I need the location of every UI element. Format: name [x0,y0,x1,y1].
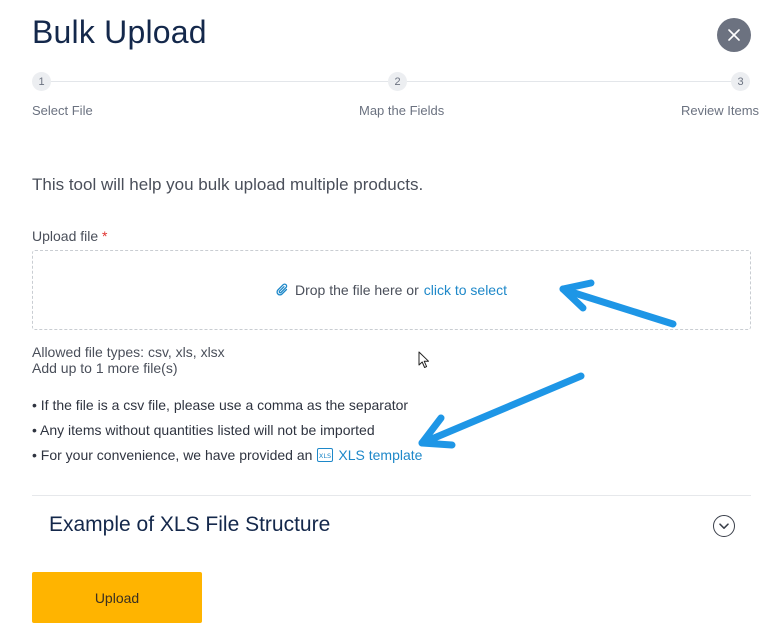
step-1-label: Select File [32,103,93,118]
xls-template-link[interactable]: XLS template [338,447,422,463]
required-mark: * [102,228,108,244]
file-limit: Add up to 1 more file(s) [32,360,178,376]
step-2-label: Map the Fields [359,103,445,118]
rule-quantities: • Any items without quantities listed wi… [32,421,375,438]
example-toggle-button[interactable] [713,515,735,537]
svg-text:XLS: XLS [319,452,331,460]
dropzone-text: Drop the file here or [295,282,419,298]
annotation-arrow-template [418,372,585,449]
upload-label-text: Upload file [32,228,99,244]
close-button[interactable] [717,18,751,52]
page-title: Bulk Upload [32,14,207,50]
list-item: • If the file is a csv file, please use … [32,392,422,417]
close-icon [728,29,740,41]
upload-file-label: Upload file * [32,228,108,244]
step-1-indicator: 1 [32,72,51,91]
chevron-down-icon [719,522,729,529]
click-to-select-link[interactable]: click to select [424,282,507,298]
intro-text: This tool will help you bulk upload mult… [32,175,424,194]
mouse-cursor-icon [418,351,429,368]
allowed-file-types: Allowed file types: csv, xls, xlsx [32,344,225,360]
example-section-title[interactable]: Example of XLS File Structure [49,513,330,537]
step-3-label: Review Items [681,103,760,118]
rule-csv: • If the file is a csv file, please use … [32,396,409,413]
xls-file-icon: XLS [317,447,334,462]
step-2-indicator: 2 [388,72,407,91]
section-divider [32,495,751,496]
list-item: • Any items without quantities listed wi… [32,417,422,442]
paperclip-icon [276,282,288,296]
upload-button[interactable]: Upload [32,572,202,623]
upload-rules-list: • If the file is a csv file, please use … [32,392,422,467]
step-3-indicator: 3 [731,72,750,91]
file-dropzone[interactable]: Drop the file here or click to select [32,250,751,330]
list-item: • For your convenience, we have provided… [32,442,422,467]
rule-template-text: • For your convenience, we have provided… [32,446,313,463]
allowed-file-info: Allowed file types: csv, xls, xlsx Add u… [32,344,225,376]
